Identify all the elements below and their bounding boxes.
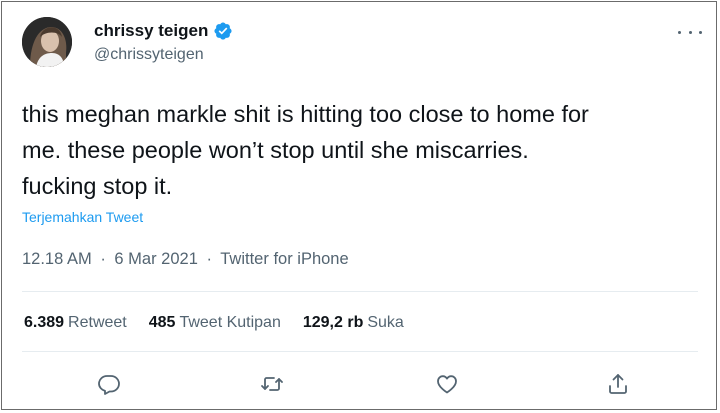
dot	[678, 30, 681, 34]
like-count-label: Suka	[367, 314, 404, 331]
share-icon[interactable]	[605, 371, 631, 397]
separator: ·	[206, 250, 212, 268]
quote-count-label: Tweet Kutipan	[179, 314, 281, 331]
quote-tweet-count[interactable]: 485 Tweet Kutipan	[149, 314, 281, 332]
tweet-date[interactable]: 6 Mar 2021	[114, 250, 197, 268]
like-count[interactable]: 129,2 rb Suka	[303, 314, 404, 332]
reply-icon[interactable]	[96, 371, 122, 397]
more-options-icon[interactable]	[678, 25, 702, 39]
avatar[interactable]	[22, 17, 72, 67]
tweet-text: this meghan markle shit is hitting too c…	[22, 96, 712, 204]
display-name-text[interactable]: chrissy teigen	[94, 21, 208, 41]
user-handle[interactable]: @chrissyteigen	[94, 46, 204, 64]
action-bar	[2, 371, 718, 397]
tweet-stats: 6.389 Retweet 485 Tweet Kutipan 129,2 rb Su…	[24, 314, 426, 332]
verified-badge-icon	[213, 21, 233, 41]
retweet-icon[interactable]	[259, 371, 285, 397]
retweet-count-value: 6.389	[24, 314, 65, 331]
dot	[699, 30, 702, 34]
like-count-value: 129,2 rb	[302, 314, 364, 331]
dot	[688, 30, 692, 34]
tweet-time[interactable]: 12.18 AM	[22, 250, 92, 268]
retweet-count[interactable]: 6.389 Retweet	[24, 314, 127, 332]
tweet-line: this meghan markle shit is hitting too c…	[22, 101, 589, 127]
divider	[22, 351, 698, 352]
quote-count-value: 485	[148, 314, 176, 331]
divider	[22, 291, 698, 292]
tweet-card: chrissy teigen @chrissyteigen this megha…	[1, 1, 717, 410]
like-icon[interactable]	[434, 371, 460, 397]
retweet-count-label: Retweet	[68, 314, 127, 331]
profile-photo-icon	[22, 17, 72, 67]
tweet-line: me. these people won’t stop until she mi…	[22, 137, 529, 163]
tweet-line: fucking stop it.	[22, 173, 173, 199]
translate-tweet-link[interactable]: Terjemahkan Tweet	[22, 209, 143, 225]
separator: ·	[100, 250, 106, 268]
tweet-source[interactable]: Twitter for iPhone	[220, 250, 348, 268]
tweet-metadata: 12.18 AM · 6 Mar 2021 · Twitter for iPho…	[22, 250, 349, 269]
display-name[interactable]: chrissy teigen	[94, 21, 233, 41]
